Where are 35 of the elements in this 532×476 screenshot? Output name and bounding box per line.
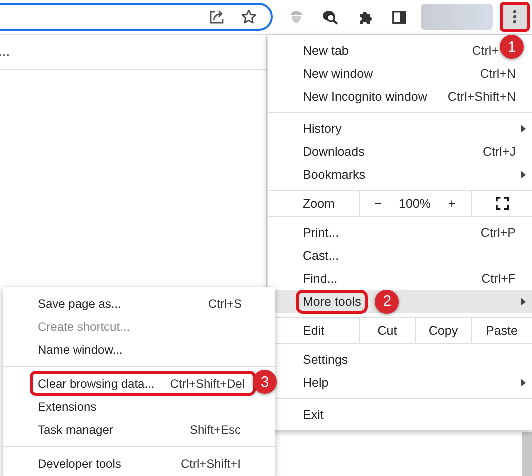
magnifier-icon[interactable] [322,9,340,25]
zoom-value: 100% [398,196,432,212]
menu-item[interactable]: New Incognito window Ctrl+Shift+N [268,85,532,108]
address-bar[interactable] [0,3,273,31]
menu-item[interactable]: Find... Ctrl+F [268,267,532,290]
share-icon[interactable] [209,9,225,25]
edit-label: Edit [302,322,326,340]
callout-badge: 2 [375,290,400,314]
bookmark-text: … [0,45,10,59]
edit-button[interactable]: Cut [359,318,415,343]
puzzle-icon[interactable] [358,9,374,25]
menu-item[interactable]: Bookmarks [268,163,532,186]
side-panel-icon[interactable] [392,10,407,24]
menu-item[interactable]: New tab Ctrl+ [268,39,499,62]
zoom-in-button[interactable]: + [433,191,471,216]
fullscreen-icon [496,197,508,210]
menu-item[interactable]: Clear browsing data... Ctrl+Shift+Del [31,372,255,395]
menu-button[interactable] [500,2,530,32]
zoom-out-button[interactable]: − [359,191,397,216]
menu-item[interactable]: New window Ctrl+N [268,62,532,85]
scrollbar [522,432,532,476]
menu-item[interactable]: Extensions [3,395,275,418]
menu-item[interactable]: Save page as... Ctrl+S [3,292,242,315]
edit-button[interactable]: Copy [415,318,471,343]
menu-item[interactable]: Cast... [268,244,532,267]
menu-item[interactable]: Developer tools Ctrl+Shift+I [3,452,275,475]
menu-icon [513,9,517,25]
menu-item[interactable]: Print... Ctrl+P [268,221,532,244]
menu-item[interactable]: History [268,117,532,140]
menu-item[interactable]: Downloads Ctrl+J [268,140,532,163]
menu-item[interactable]: Name window... [3,338,275,361]
menu-item[interactable]: Task manager Shift+Esc [3,418,275,441]
zoom-label: Zoom [302,196,336,212]
star-icon[interactable] [241,9,257,25]
edit-button[interactable]: Paste [471,318,532,343]
